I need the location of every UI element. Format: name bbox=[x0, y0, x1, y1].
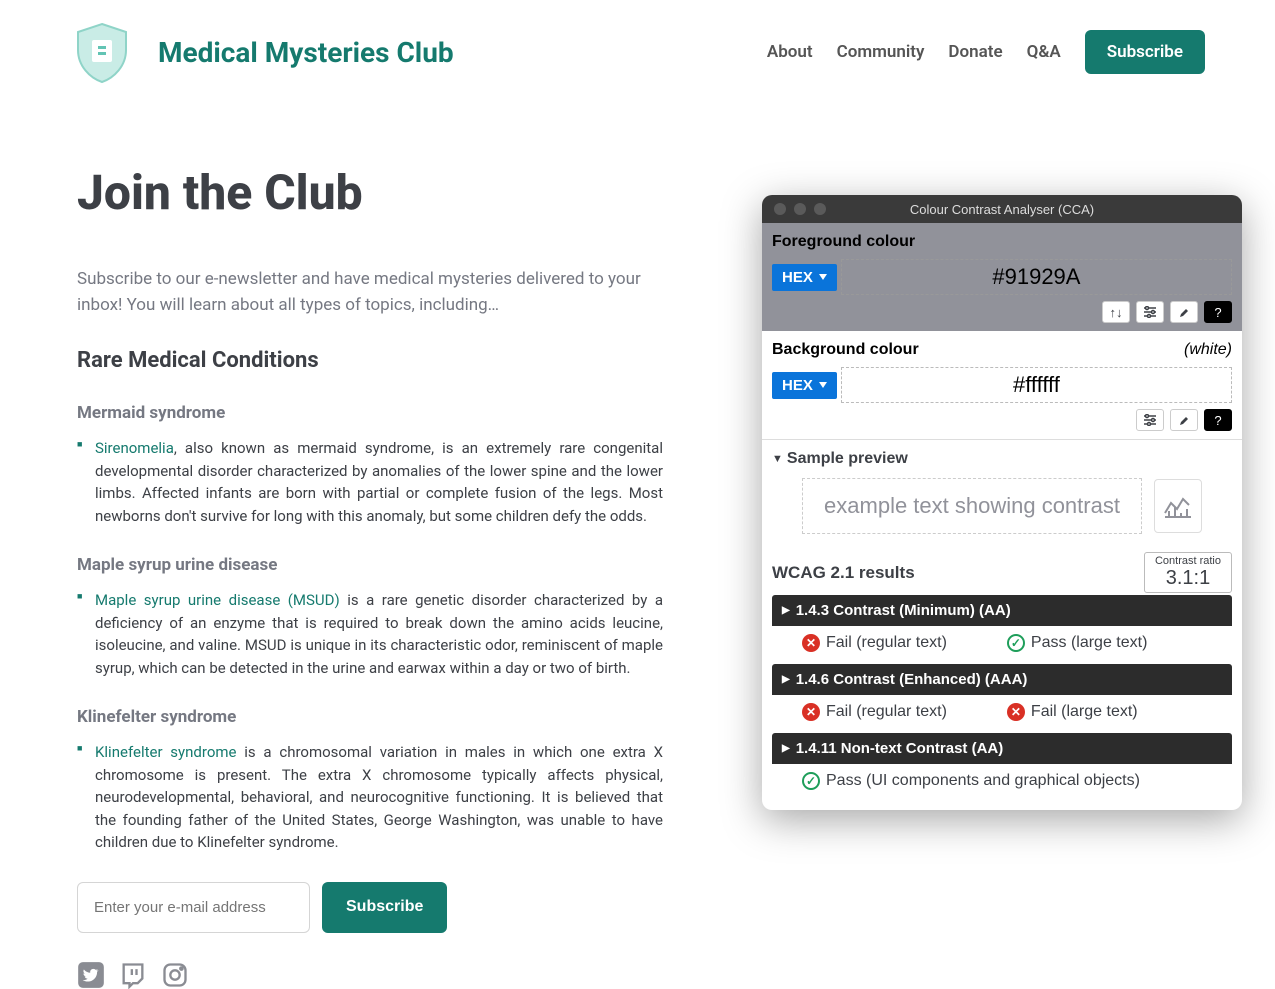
bg-color-input[interactable] bbox=[841, 367, 1232, 403]
condition-body: Sirenomelia, also known as mermaid syndr… bbox=[95, 437, 663, 527]
main-nav: About Community Donate Q&A Subscribe bbox=[767, 30, 1205, 74]
brand-title: Medical Mysteries Club bbox=[158, 36, 454, 69]
condition-title: Klinefelter syndrome bbox=[77, 707, 663, 727]
foreground-label: Foreground colour bbox=[772, 233, 1232, 251]
condition-link[interactable]: Klinefelter syndrome bbox=[95, 743, 237, 761]
sliders-button[interactable] bbox=[1136, 301, 1164, 323]
background-label: Background colour (white) bbox=[772, 341, 1232, 359]
subscribe-button[interactable]: Subscribe bbox=[322, 882, 447, 933]
result-text: Pass (large text) bbox=[1031, 634, 1147, 652]
result-text: Fail (regular text) bbox=[826, 703, 947, 721]
email-field[interactable] bbox=[77, 882, 310, 933]
criterion-aaa: 1.4.6 Contrast (Enhanced) (AAA) ✕ Fail (r… bbox=[772, 664, 1232, 729]
bg-format-select[interactable]: HEX bbox=[772, 372, 837, 399]
ratio-label: Contrast ratio bbox=[1155, 555, 1221, 567]
fail-icon: ✕ bbox=[1007, 703, 1025, 721]
condition-mermaid: Mermaid syndrome Sirenomelia, also known… bbox=[77, 403, 663, 527]
result-text: Pass (UI components and graphical object… bbox=[826, 772, 1140, 790]
condition-msud: Maple syrup urine disease Maple syrup ur… bbox=[77, 555, 663, 679]
help-button[interactable]: ? bbox=[1204, 409, 1232, 431]
nav-subscribe-button[interactable]: Subscribe bbox=[1085, 30, 1205, 74]
result-text: Fail (large text) bbox=[1031, 703, 1138, 721]
instagram-icon[interactable] bbox=[161, 961, 189, 989]
cca-titlebar[interactable]: Colour Contrast Analyser (CCA) bbox=[762, 195, 1242, 223]
help-button[interactable]: ? bbox=[1204, 301, 1232, 323]
condition-text: , also known as mermaid syndrome, is an … bbox=[95, 439, 663, 525]
swap-button[interactable]: ↑↓ bbox=[1102, 301, 1130, 323]
condition-body: Maple syrup urine disease (MSUD) is a ra… bbox=[95, 589, 663, 679]
nav-about[interactable]: About bbox=[767, 42, 813, 62]
pass-icon: ✓ bbox=[802, 772, 820, 790]
nav-qa[interactable]: Q&A bbox=[1027, 42, 1061, 62]
site-header: Medical Mysteries Club About Community D… bbox=[0, 0, 1275, 104]
condition-body: Klinefelter syndrome is a chromosomal va… bbox=[95, 741, 663, 854]
criterion-header[interactable]: 1.4.11 Non-text Contrast (AA) bbox=[772, 733, 1232, 764]
results-header: WCAG 2.1 results Contrast ratio 3.1:1 bbox=[762, 544, 1242, 595]
page-title: Join the Club bbox=[77, 164, 663, 221]
social-links bbox=[77, 961, 663, 989]
condition-title: Mermaid syndrome bbox=[77, 403, 663, 423]
cca-window-title: Colour Contrast Analyser (CCA) bbox=[762, 202, 1242, 217]
bg-note: (white) bbox=[1184, 341, 1232, 359]
contrast-ratio-box: Contrast ratio 3.1:1 bbox=[1144, 552, 1232, 593]
criterion-header[interactable]: 1.4.6 Contrast (Enhanced) (AAA) bbox=[772, 664, 1232, 695]
foreground-section: Foreground colour HEX ↑↓ ? bbox=[762, 223, 1242, 331]
condition-link[interactable]: Sirenomelia bbox=[95, 439, 174, 457]
result-item: ✕ Fail (regular text) bbox=[802, 634, 947, 652]
cca-window: Colour Contrast Analyser (CCA) Foregroun… bbox=[762, 195, 1242, 810]
pass-icon: ✓ bbox=[1007, 634, 1025, 652]
fail-icon: ✕ bbox=[802, 634, 820, 652]
ratio-value: 3.1:1 bbox=[1155, 567, 1221, 590]
preview-header[interactable]: Sample preview bbox=[772, 450, 1232, 468]
eyedropper-button[interactable] bbox=[1170, 409, 1198, 431]
criterion-header[interactable]: 1.4.3 Contrast (Minimum) (AA) bbox=[772, 595, 1232, 626]
criterion-aa-min: 1.4.3 Contrast (Minimum) (AA) ✕ Fail (reg… bbox=[772, 595, 1232, 660]
criterion-nontext: 1.4.11 Non-text Contrast (AA) ✓ Pass (UI … bbox=[772, 733, 1232, 798]
fail-icon: ✕ bbox=[802, 703, 820, 721]
chart-icon[interactable] bbox=[1154, 479, 1202, 533]
background-section: Background colour (white) HEX ? bbox=[762, 331, 1242, 439]
result-item: ✕ Fail (regular text) bbox=[802, 703, 947, 721]
subscribe-form: Subscribe bbox=[77, 882, 663, 933]
nav-donate[interactable]: Donate bbox=[948, 42, 1002, 62]
nav-community[interactable]: Community bbox=[837, 42, 925, 62]
preview-text: example text showing contrast bbox=[802, 478, 1142, 534]
condition-link[interactable]: Maple syrup urine disease (MSUD) bbox=[95, 591, 340, 609]
intro-text: Subscribe to our e-newsletter and have m… bbox=[77, 267, 663, 318]
sample-preview: Sample preview example text showing cont… bbox=[762, 439, 1242, 544]
fg-color-input[interactable] bbox=[841, 259, 1232, 295]
result-item: ✕ Fail (large text) bbox=[1007, 703, 1138, 721]
condition-title: Maple syrup urine disease bbox=[77, 555, 663, 575]
result-item: ✓ Pass (UI components and graphical objec… bbox=[802, 772, 1140, 790]
result-text: Fail (regular text) bbox=[826, 634, 947, 652]
brand: Medical Mysteries Club bbox=[70, 20, 454, 84]
bg-label-text: Background colour bbox=[772, 341, 919, 359]
logo-icon bbox=[70, 20, 134, 84]
result-item: ✓ Pass (large text) bbox=[1007, 634, 1147, 652]
sliders-button[interactable] bbox=[1136, 409, 1164, 431]
main-content: Join the Club Subscribe to our e-newslet… bbox=[0, 104, 740, 989]
results-title: WCAG 2.1 results bbox=[772, 563, 915, 583]
section-heading: Rare Medical Conditions bbox=[77, 348, 663, 373]
eyedropper-button[interactable] bbox=[1170, 301, 1198, 323]
condition-klinefelter: Klinefelter syndrome Klinefelter syndrom… bbox=[77, 707, 663, 854]
twitter-icon[interactable] bbox=[77, 961, 105, 989]
fg-format-select[interactable]: HEX bbox=[772, 264, 837, 291]
twitch-icon[interactable] bbox=[119, 961, 147, 989]
